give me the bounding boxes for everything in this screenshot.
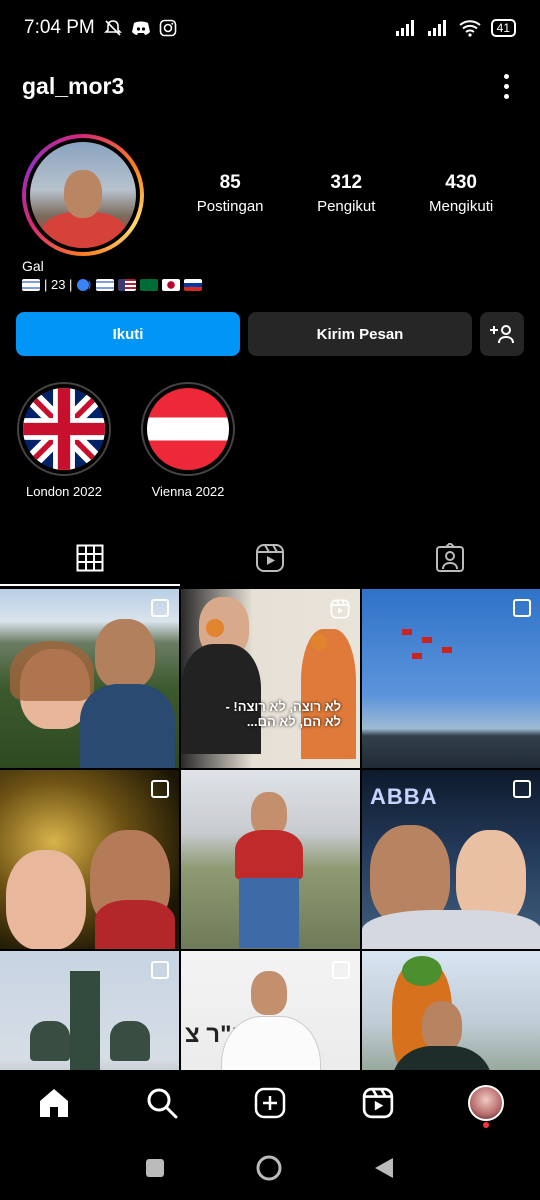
bio: | 23 | (22, 277, 203, 292)
russia-flag-icon (184, 278, 203, 291)
stat-posts[interactable]: 85 Postingan (197, 172, 264, 215)
multi-post-icon (513, 599, 531, 617)
followers-label: Pengikut (317, 198, 376, 215)
bio-age: | 23 | (44, 277, 73, 292)
recent-apps-icon[interactable] (145, 1158, 165, 1178)
message-button[interactable]: Kirim Pesan (248, 312, 472, 356)
nav-home[interactable] (27, 1076, 81, 1130)
add-post-icon (254, 1087, 286, 1119)
instagram-icon (159, 19, 177, 37)
highlight-london[interactable]: London 2022 (16, 382, 112, 499)
profile-actions: Ikuti Kirim Pesan (16, 312, 524, 356)
multi-post-icon (151, 599, 169, 617)
posts-label: Postingan (196, 198, 264, 215)
clock: 7:04 PM (24, 17, 95, 38)
multi-post-icon (151, 961, 169, 979)
signal-icon (395, 20, 414, 36)
tab-reels[interactable] (180, 530, 360, 586)
stat-following[interactable]: 430 Mengikuti (429, 172, 493, 215)
wifi-icon (459, 20, 481, 37)
tab-grid[interactable] (0, 530, 180, 586)
signal-icon-2 (427, 20, 446, 36)
search-icon (147, 1088, 178, 1119)
saudi-flag-icon (140, 278, 159, 291)
highlight-label: Vienna 2022 (151, 484, 225, 499)
home-icon (40, 1089, 68, 1117)
my-avatar (468, 1085, 504, 1121)
post-thumbnail[interactable] (362, 589, 540, 768)
battery-indicator: 41 (490, 19, 516, 37)
more-options-icon[interactable] (494, 71, 518, 101)
post-thumbnail[interactable] (181, 770, 360, 949)
israel-flag-icon (22, 278, 40, 291)
stat-followers[interactable]: 312 Pengikut (317, 172, 375, 215)
bottom-nav (0, 1070, 540, 1136)
followers-count: 312 (330, 172, 363, 193)
home-button-icon[interactable] (255, 1154, 283, 1182)
austria-flag-icon (147, 388, 229, 470)
japan-flag-icon (162, 278, 181, 291)
post-caption: לא רוצה, לא רוצה! - לא הם, לא הם... (225, 699, 341, 729)
multi-post-icon (332, 961, 350, 979)
profile-avatar[interactable] (22, 134, 144, 256)
profile-header: gal_mor3 (22, 64, 518, 108)
status-bar: 7:04 PM 41 (0, 0, 540, 56)
discord-icon (131, 21, 150, 35)
post-thumbnail[interactable] (0, 770, 179, 949)
tagged-icon (436, 543, 464, 572)
post-thumbnail[interactable]: ABBA (362, 770, 540, 949)
post-thumbnail[interactable] (0, 589, 179, 768)
highlight-vienna[interactable]: Vienna 2022 (140, 382, 236, 499)
uk-flag-icon (23, 388, 105, 470)
grid-icon (76, 544, 104, 572)
suggest-users-button[interactable] (480, 312, 524, 356)
post-thumbnail[interactable]: לא רוצה, לא רוצה! - לא הם, לא הם... (181, 589, 360, 768)
reels-icon (362, 1087, 394, 1119)
nav-create[interactable] (243, 1076, 297, 1130)
back-icon[interactable] (373, 1156, 395, 1180)
speaking-head-icon (77, 278, 91, 291)
following-label: Mengikuti (429, 198, 494, 215)
follow-button[interactable]: Ikuti (16, 312, 240, 356)
profile-stats: 85 Postingan 312 Pengikut 430 Mengikuti (170, 172, 520, 215)
post-overlay-text: ABBA (370, 784, 438, 809)
israel-flag-icon (96, 278, 115, 291)
username: gal_mor3 (22, 72, 125, 99)
display-name: Gal (22, 258, 44, 274)
nav-reels[interactable] (351, 1076, 405, 1130)
posts-grid: לא רוצה, לא רוצה! - לא הם, לא הם... ABBA (0, 589, 540, 1130)
avatar-photo (30, 142, 136, 248)
profile-tabs (0, 530, 540, 586)
tab-tagged[interactable] (360, 530, 540, 586)
multi-post-icon (513, 780, 531, 798)
highlight-label: London 2022 (26, 484, 102, 499)
multi-post-icon (151, 780, 169, 798)
following-count: 430 (445, 172, 477, 193)
nav-search[interactable] (135, 1076, 189, 1130)
mute-bell-icon (103, 20, 122, 36)
add-user-icon (490, 325, 514, 344)
system-nav (0, 1136, 540, 1200)
story-highlights: London 2022 Vienna 2022 (16, 382, 236, 499)
posts-count: 85 (219, 172, 241, 193)
reel-icon (330, 599, 350, 619)
reels-icon (256, 544, 284, 572)
usa-flag-icon (118, 278, 137, 291)
nav-profile[interactable] (459, 1076, 513, 1130)
notification-dot (483, 1122, 489, 1128)
